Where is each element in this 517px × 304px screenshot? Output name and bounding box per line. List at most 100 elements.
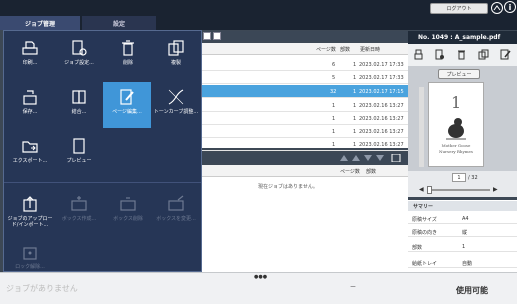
table-row-selected[interactable]: 32 1 2023.02.17 17:15: [200, 85, 408, 98]
info-icon[interactable]: i: [504, 1, 516, 13]
tab-settings[interactable]: 設定: [82, 16, 156, 30]
job-settings-icon: [72, 40, 87, 56]
table-row[interactable]: 1 1 2023.02.16 13:27: [200, 99, 408, 112]
column-copies[interactable]: 部数: [340, 46, 350, 53]
menu-label: 削除: [122, 60, 133, 66]
page-edit-icon[interactable]: [500, 49, 511, 60]
menu-label: ボックスを変更...: [156, 216, 196, 222]
job-settings-icon[interactable]: [434, 49, 445, 60]
menu-print[interactable]: 印刷...: [6, 33, 54, 79]
summary-key: 原稿の向き: [412, 230, 438, 236]
menu-page-edit[interactable]: ページ編集...: [103, 82, 151, 128]
table-row[interactable]: 1 1 2023.02.16 13:27: [200, 125, 408, 138]
print-icon[interactable]: [413, 49, 424, 60]
column-pages[interactable]: ページ数: [316, 46, 336, 53]
column-copies[interactable]: 部数: [366, 168, 376, 175]
right-panel-toolbar: [408, 44, 517, 66]
export-icon: [22, 141, 38, 153]
summary-header: サマリー: [408, 201, 517, 211]
summary-row: 原稿サイズ A4: [408, 212, 517, 224]
menu-label: 結合...: [71, 109, 87, 115]
cell-pages: 1: [332, 129, 336, 135]
table-row[interactable]: 6 1 2023.02.17 17:33: [200, 58, 408, 71]
page-slider-track[interactable]: [430, 189, 490, 191]
menu-label: ボックス削除: [113, 216, 143, 222]
menu-save[interactable]: 保存...: [6, 82, 54, 128]
menu-label: ジョブのアップロード/インポート...: [7, 216, 53, 228]
cell-pages: 6: [332, 62, 336, 68]
duplicate-icon: [168, 40, 184, 56]
table-row[interactable]: 1 1 2023.02.16 13:27: [200, 112, 408, 125]
trash-icon[interactable]: [456, 49, 467, 60]
menu-job-settings[interactable]: ジョブ設定...: [55, 33, 103, 79]
table-row[interactable]: 5 1 2023.02.17 17:33: [200, 71, 408, 84]
menu-label: 印刷...: [22, 60, 38, 66]
cell-copies: 1: [353, 116, 357, 122]
menu-label: ボックス作成...: [61, 216, 97, 222]
queue-empty-text: 現在ジョブはありません。: [258, 184, 318, 190]
page-number-input[interactable]: 1: [452, 173, 466, 182]
unlock-icon: [23, 247, 37, 260]
filter-icon[interactable]: [213, 32, 221, 40]
page-thumbnail[interactable]: 1 Mother Goose Nursery Rhymes: [428, 82, 484, 167]
status-left-text: ジョブがありません: [6, 284, 78, 293]
list-toolbar: [200, 31, 408, 41]
cell-copies: 1: [353, 89, 357, 95]
preview-button[interactable]: プレビュー: [438, 69, 480, 79]
summary-row: 給紙トレイ 自動: [408, 256, 517, 268]
upload-icon: [23, 196, 37, 212]
menu-delete[interactable]: 削除: [104, 33, 152, 79]
box-delete-icon: [120, 197, 136, 211]
user-status-icon[interactable]: [491, 2, 503, 14]
merge-icon: [72, 90, 86, 104]
slider-right-icon[interactable]: ▶: [493, 186, 498, 193]
table-row[interactable]: 1 1 2023.02.16 13:27: [200, 138, 408, 151]
cell-pages: 32: [330, 89, 337, 95]
cell-date: 2023.02.17 17:33: [359, 75, 404, 81]
cell-date: 2023.02.17 17:33: [359, 62, 404, 68]
summary-key: 原稿サイズ: [412, 217, 437, 223]
cell-copies: 1: [353, 62, 357, 68]
thumb-page-number: 1: [451, 93, 462, 112]
box-create-icon: [71, 196, 87, 211]
menu-label: ロック解除...: [15, 264, 45, 270]
menu-divider: [4, 182, 201, 183]
summary-row: 原稿の向き 縦: [408, 225, 517, 237]
cell-copies: 1: [353, 129, 357, 135]
preview-icon: [73, 138, 85, 154]
menu-label: 複製: [170, 60, 181, 66]
menu-label: プレビュー: [66, 158, 92, 164]
queue-order-icon[interactable]: [336, 154, 402, 162]
summary-key: 給紙トレイ: [412, 261, 438, 267]
cell-copies: 1: [353, 103, 357, 109]
page-edit-icon: [120, 89, 134, 105]
thumb-line2: Nursery Rhymes: [439, 149, 473, 154]
cell-pages: 1: [332, 142, 336, 148]
menu-preview[interactable]: プレビュー: [55, 131, 103, 177]
status-dash: ー: [350, 284, 357, 291]
page-slider-thumb[interactable]: [427, 186, 432, 194]
cell-date: 2023.02.16 13:27: [359, 116, 404, 122]
menu-upload-import[interactable]: ジョブのアップロード/インポート...: [6, 189, 54, 235]
thumb-line1: Mother Goose: [441, 143, 471, 148]
duplicate-icon[interactable]: [478, 49, 489, 60]
menu-label: ページ編集...: [112, 109, 142, 115]
search-icon[interactable]: [203, 32, 211, 40]
menu-label: エクスポート...: [12, 158, 48, 164]
menu-export[interactable]: エクスポート...: [6, 131, 54, 177]
queue-toolbar: [200, 153, 408, 163]
column-pages[interactable]: ページ数: [340, 168, 360, 175]
job-list-header: ページ数 部数 更新日時: [200, 43, 408, 55]
cell-date: 2023.02.17 17:15: [359, 89, 404, 95]
column-updated[interactable]: 更新日時: [360, 46, 380, 53]
menu-merge[interactable]: 結合...: [55, 82, 103, 128]
menu-box-delete: ボックス削除: [104, 189, 152, 235]
cell-date: 2023.02.16 13:27: [359, 142, 404, 148]
logout-button[interactable]: ログアウト: [430, 3, 488, 14]
summary-value: A4: [462, 216, 469, 222]
menu-duplicate[interactable]: 複製: [152, 33, 200, 79]
job-list: 6 1 2023.02.17 17:33 5 1 2023.02.17 17:33 32…: [200, 55, 408, 151]
menu-tone-curve[interactable]: トーンカーブ調整...: [152, 82, 200, 128]
slider-left-icon[interactable]: ◀: [419, 186, 424, 193]
tab-job-management[interactable]: ジョブ管理: [0, 16, 80, 30]
